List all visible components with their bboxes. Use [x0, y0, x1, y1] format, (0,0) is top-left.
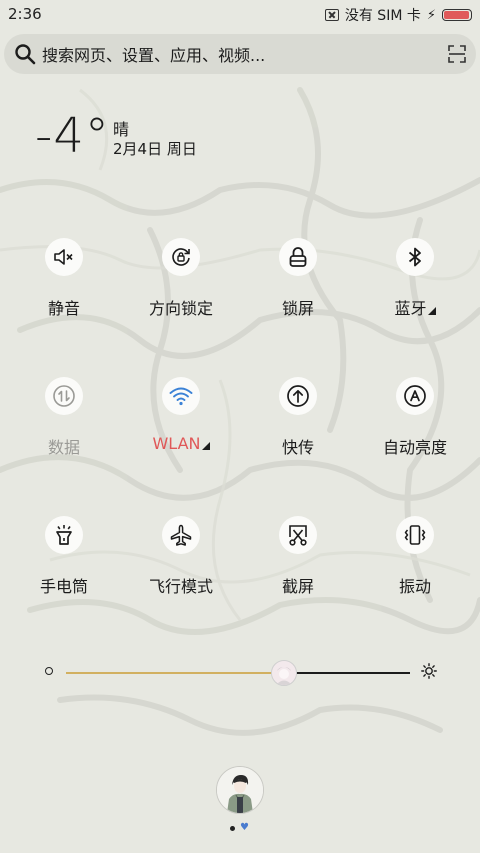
- tile-airplane-mode[interactable]: 飞行模式: [121, 516, 241, 616]
- thumb-avatar-icon: [271, 661, 296, 685]
- rotation-lock-icon: [172, 248, 190, 266]
- tile-rotation-lock[interactable]: 方向锁定: [121, 238, 241, 338]
- tile-label: 手电筒: [39, 577, 88, 596]
- battery-icon: [442, 9, 472, 21]
- tile-label: 飞行模式: [148, 577, 213, 596]
- tile-auto-brightness[interactable]: 自动亮度: [355, 377, 475, 477]
- auto-brightness-icon: [404, 385, 426, 407]
- status-icons: 没有 SIM 卡 ⚡: [324, 5, 472, 25]
- brightness-thumb[interactable]: [270, 660, 297, 686]
- tile-label: 快传: [281, 438, 314, 457]
- tile-mobile-data-button[interactable]: [45, 377, 83, 415]
- more-options-indicator: [201, 442, 210, 450]
- page-dot: [230, 825, 235, 831]
- brightness-slider[interactable]: [0, 655, 480, 687]
- brightness-high-icon: [421, 663, 437, 679]
- tile-bluetooth-button[interactable]: [396, 238, 434, 276]
- tile-bluetooth-label: 蓝牙: [394, 299, 427, 318]
- tile-screenshot[interactable]: 截屏: [238, 516, 358, 616]
- tile-wlan-button[interactable]: [162, 377, 200, 415]
- speaker-mute-icon: [54, 249, 73, 265]
- tile-quick-transfer-button[interactable]: [279, 377, 317, 415]
- tile-label: 振动: [398, 577, 431, 596]
- tile-rotation-lock-button[interactable]: [162, 238, 200, 276]
- wifi-icon: [169, 387, 193, 406]
- bluetooth-icon: [408, 247, 421, 267]
- tile-flashlight-button[interactable]: [45, 516, 83, 554]
- vibrate-icon: [404, 525, 426, 545]
- tile-label: 锁屏: [281, 299, 314, 318]
- search-placeholder: 搜索网页、设置、应用、视频...: [42, 46, 266, 65]
- tile-label: WLAN: [121, 434, 241, 453]
- mobile-data-icon: [53, 385, 75, 407]
- tile-mute-button[interactable]: [45, 238, 83, 276]
- tile-wlan-label: WLAN: [152, 434, 201, 453]
- scan-icon[interactable]: [448, 45, 466, 63]
- page-indicator: ♥: [230, 823, 249, 833]
- weather-condition: 晴: [113, 120, 130, 139]
- weather-date: 2月4日 周日: [113, 140, 197, 158]
- search-bar[interactable]: 搜索网页、设置、应用、视频...: [4, 34, 476, 74]
- tile-label: 数据: [47, 438, 80, 457]
- screenshot-icon: [289, 525, 307, 546]
- no-sim-icon: [324, 9, 339, 21]
- quick-transfer-icon: [287, 385, 309, 407]
- tile-mute[interactable]: 静音: [4, 238, 124, 338]
- brightness-track-filled[interactable]: [66, 672, 283, 674]
- tile-airplane-mode-button[interactable]: [162, 516, 200, 554]
- tile-mobile-data[interactable]: 数据: [4, 377, 124, 477]
- charging-icon: ⚡: [426, 7, 436, 23]
- tile-quick-transfer[interactable]: 快传: [238, 377, 358, 477]
- weather-temperature: -4°: [35, 108, 110, 164]
- status-time: 2:36: [8, 5, 42, 23]
- avatar-image: [217, 767, 263, 813]
- airplane-icon: [170, 524, 192, 546]
- battery-level: [444, 11, 469, 19]
- search-icon: [15, 44, 36, 65]
- brightness-track-empty[interactable]: [282, 672, 410, 674]
- brightness-low-icon: [45, 667, 53, 675]
- heart-icon: ♥: [240, 822, 249, 833]
- lock-icon: [289, 247, 307, 267]
- tile-label: 自动亮度: [382, 438, 447, 457]
- flashlight-icon: [56, 525, 72, 545]
- more-options-indicator: [427, 307, 436, 315]
- tile-vibrate-button[interactable]: [396, 516, 434, 554]
- tile-bluetooth[interactable]: 蓝牙: [355, 238, 475, 338]
- tile-label: 蓝牙: [355, 295, 475, 319]
- tile-vibrate[interactable]: 振动: [355, 516, 475, 616]
- tile-label: 截屏: [281, 577, 314, 596]
- tile-lock-screen[interactable]: 锁屏: [238, 238, 358, 338]
- sim-status-text: 没有 SIM 卡: [344, 8, 421, 24]
- tile-lock-screen-button[interactable]: [279, 238, 317, 276]
- tile-label: 方向锁定: [148, 299, 213, 318]
- user-avatar[interactable]: [216, 766, 264, 814]
- tile-auto-brightness-button[interactable]: [396, 377, 434, 415]
- tile-wlan[interactable]: WLAN: [121, 377, 241, 477]
- tile-screenshot-button[interactable]: [279, 516, 317, 554]
- tile-flashlight[interactable]: 手电筒: [4, 516, 124, 616]
- tile-label: 静音: [47, 299, 80, 318]
- status-bar: 2:36 没有 SIM 卡 ⚡: [0, 0, 480, 28]
